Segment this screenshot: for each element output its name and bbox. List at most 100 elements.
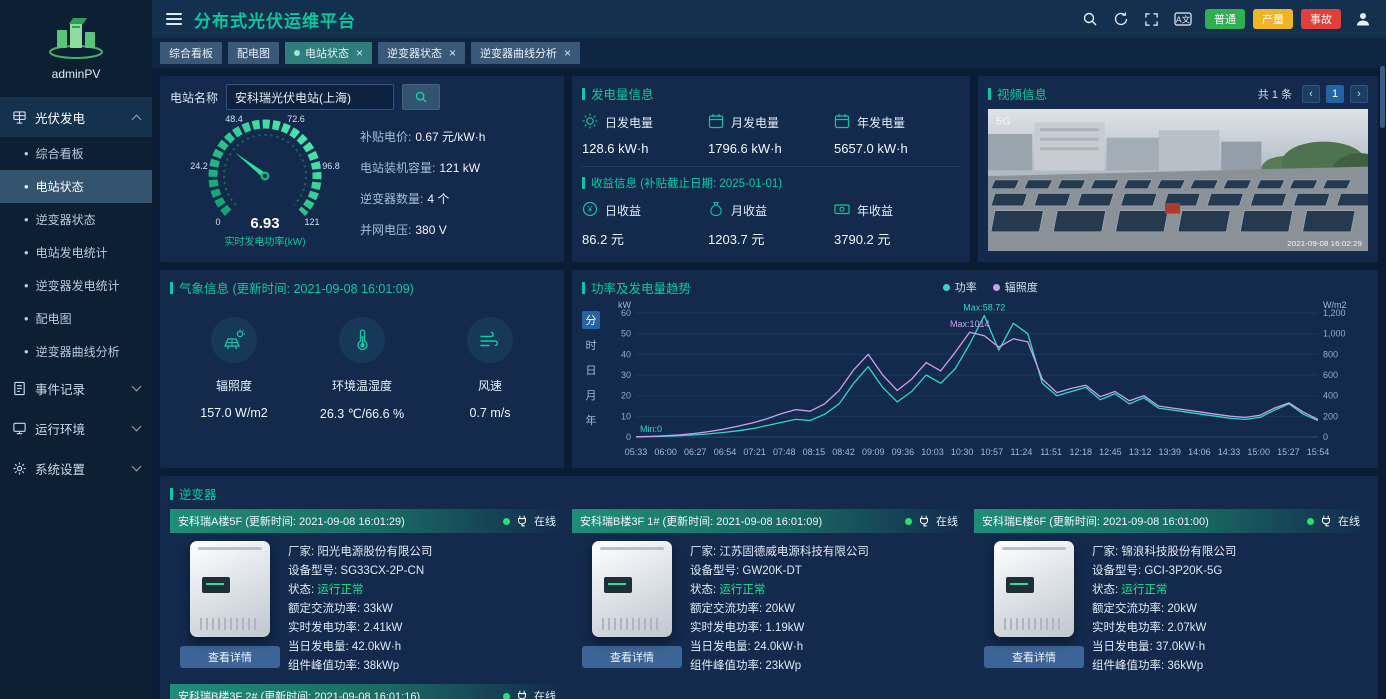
svg-text:20: 20 xyxy=(621,391,631,401)
station-info-row: 补贴电价: 0.67 元/kW·h xyxy=(360,130,486,144)
svg-text:13:39: 13:39 xyxy=(1158,447,1181,457)
view-details-button[interactable]: 查看详情 xyxy=(180,646,280,668)
svg-text:60: 60 xyxy=(621,308,631,318)
tab-1[interactable]: 配电图 xyxy=(228,42,279,64)
user-icon[interactable] xyxy=(1353,10,1372,29)
search-icon[interactable] xyxy=(1080,10,1099,29)
prev-page-button[interactable]: ‹ xyxy=(1302,84,1320,103)
income-title: 收益信息 (补贴截止日期: 2025-01-01) xyxy=(582,175,960,191)
legend-item[interactable]: 功率 xyxy=(942,279,977,295)
sidebar-item[interactable]: • 逆变器曲线分析 xyxy=(0,335,152,368)
inverter-detail-row: 组件峰值功率: 36kWp xyxy=(1092,657,1366,676)
plug-icon xyxy=(517,515,527,527)
sidebar-item[interactable]: • 逆变器状态 xyxy=(0,203,152,236)
inverter-vents xyxy=(1004,618,1064,630)
inverter-details: 厂家: 江苏固德威电源科技有限公司 设备型号: GW20K-DT 状态: 运行正常额… xyxy=(690,541,964,676)
svg-text:1,000: 1,000 xyxy=(1323,329,1346,339)
bullet-icon: • xyxy=(24,245,29,260)
time-range-button[interactable]: 月 xyxy=(582,386,600,404)
time-range-button[interactable]: 分 xyxy=(582,311,600,329)
detail-label: 实时发电功率: xyxy=(288,622,361,634)
svg-text:Min:0: Min:0 xyxy=(640,424,662,434)
sidebar-group-1[interactable]: 事件记录 xyxy=(0,368,152,408)
tab-label: 配电图 xyxy=(237,48,270,60)
current-page[interactable]: 1 xyxy=(1326,84,1344,103)
refresh-icon[interactable] xyxy=(1111,10,1130,29)
inverter-vents xyxy=(200,618,260,630)
detail-label: 厂家: xyxy=(288,546,315,558)
sidebar-item[interactable]: • 逆变器发电统计 xyxy=(0,269,152,302)
svg-text:08:42: 08:42 xyxy=(832,447,855,457)
inverters-panel: 逆变器 安科瑞A楼5F (更新时间: 2021-09-08 16:01:29) 在… xyxy=(160,476,1378,699)
bullet-icon: • xyxy=(24,311,29,326)
legend-label: 辐照度 xyxy=(1004,282,1038,294)
status-badge[interactable]: 事故 xyxy=(1301,9,1341,29)
inverters-title: 逆变器 xyxy=(170,484,1368,503)
next-page-button[interactable]: › xyxy=(1350,84,1368,103)
tab-close-icon[interactable]: × xyxy=(564,46,571,60)
station-info-row: 并网电压: 380 V xyxy=(360,223,447,237)
view-details-button[interactable]: 查看详情 xyxy=(984,646,1084,668)
sidebar-item[interactable]: • 综合看板 xyxy=(0,137,152,170)
detail-value: 38kWp xyxy=(363,660,400,672)
inverter-detail-row: 设备型号: SG33CX-2P-CN xyxy=(288,562,562,581)
legend-item[interactable]: 辐照度 xyxy=(992,279,1038,295)
sidebar-group-0[interactable]: 光伏发电 xyxy=(0,97,152,137)
status-badge[interactable]: 普通 xyxy=(1205,9,1245,29)
inverter-card: 安科瑞E楼6F (更新时间: 2021-09-08 16:01:00) 在线查看详… xyxy=(974,509,1368,676)
sidebar-group-2[interactable]: 运行环境 xyxy=(0,408,152,448)
inverter-detail-row: 组件峰值功率: 23kWp xyxy=(690,657,964,676)
station-panel: 电站名称 安科瑞光伏电站(上海) 0 24.2 48.4 72.6 96.8 1… xyxy=(160,76,564,262)
svg-text:1,200: 1,200 xyxy=(1323,308,1346,318)
station-search-button[interactable] xyxy=(402,84,441,110)
sidebar-group-3[interactable]: 系统设置 xyxy=(0,448,152,488)
time-range-button[interactable]: 日 xyxy=(582,361,600,379)
wind-icon xyxy=(467,317,513,363)
tab-3[interactable]: 逆变器状态 × xyxy=(378,42,466,64)
sidebar: adminPV 光伏发电 • 综合看板 • 电站状态 • 逆变器状态 • 电站发电统计 • 逆变器发… xyxy=(0,0,152,699)
svg-text:600: 600 xyxy=(1323,370,1338,380)
inverter-name: 安科瑞B楼3F 2# (更新时间: 2021-09-08 16:01:16) xyxy=(178,691,421,699)
detail-value: 42.0kW·h xyxy=(351,641,402,653)
fullscreen-icon[interactable] xyxy=(1142,10,1161,29)
detail-label: 当日发电量: xyxy=(1092,641,1153,653)
inverter-detail-row: 厂家: 锦浪科技股份有限公司 xyxy=(1092,543,1366,562)
weather-value: 0.7 m/s xyxy=(469,406,511,420)
language-icon[interactable]: A文 xyxy=(1173,10,1193,29)
gen-item: 日发电量 128.6 kW·h xyxy=(582,113,708,156)
inverter-detail-row: 厂家: 阳光电源股份有限公司 xyxy=(288,543,562,562)
detail-label: 组件峰值功率: xyxy=(288,660,361,672)
sidebar-item[interactable]: • 电站状态 xyxy=(0,170,152,203)
detail-value: 江苏固德威电源科技有限公司 xyxy=(719,546,869,558)
gen-item: 年发电量 5657.0 kW·h xyxy=(834,113,960,156)
bullet-icon: • xyxy=(24,212,29,227)
moneybag-icon xyxy=(708,201,724,220)
time-range-button[interactable]: 年 xyxy=(582,411,600,429)
inverter-card-header: 安科瑞E楼6F (更新时间: 2021-09-08 16:01:00) 在线 xyxy=(974,509,1368,533)
status-badge[interactable]: 产量 xyxy=(1253,9,1293,29)
video-frame[interactable]: 5G 2021-09-08 16:02:29 xyxy=(988,109,1368,251)
tab-2[interactable]: 电站状态 × xyxy=(285,42,373,64)
active-tab-dot xyxy=(294,50,300,56)
legend-dot-icon xyxy=(942,283,950,291)
station-name-input[interactable] xyxy=(226,84,395,110)
scrollbar-thumb[interactable] xyxy=(1380,66,1385,128)
sidebar-item[interactable]: • 配电图 xyxy=(0,302,152,335)
sidebar-item[interactable]: • 电站发电统计 xyxy=(0,236,152,269)
inverter-details: 厂家: 锦浪科技股份有限公司 设备型号: GCI-3P20K-5G 状态: 运行正常… xyxy=(1092,541,1366,676)
page-scrollbar[interactable] xyxy=(1380,66,1385,697)
time-range-button[interactable]: 时 xyxy=(582,336,600,354)
view-details-button[interactable]: 查看详情 xyxy=(582,646,682,668)
banknote-icon xyxy=(834,201,850,220)
svg-text:13:12: 13:12 xyxy=(1129,447,1152,457)
svg-text:07:48: 07:48 xyxy=(773,447,796,457)
inverter-detail-row: 当日发电量: 24.0kW·h xyxy=(690,638,964,657)
tab-close-icon[interactable]: × xyxy=(449,46,456,60)
menu-toggle-icon[interactable] xyxy=(166,13,182,25)
tab-close-icon[interactable]: × xyxy=(356,46,363,60)
detail-label: 状态: xyxy=(1092,584,1119,596)
tab-0[interactable]: 综合看板 xyxy=(160,42,222,64)
svg-text:400: 400 xyxy=(1323,391,1338,401)
tab-4[interactable]: 逆变器曲线分析 × xyxy=(471,42,581,64)
svg-text:06:00: 06:00 xyxy=(654,447,677,457)
